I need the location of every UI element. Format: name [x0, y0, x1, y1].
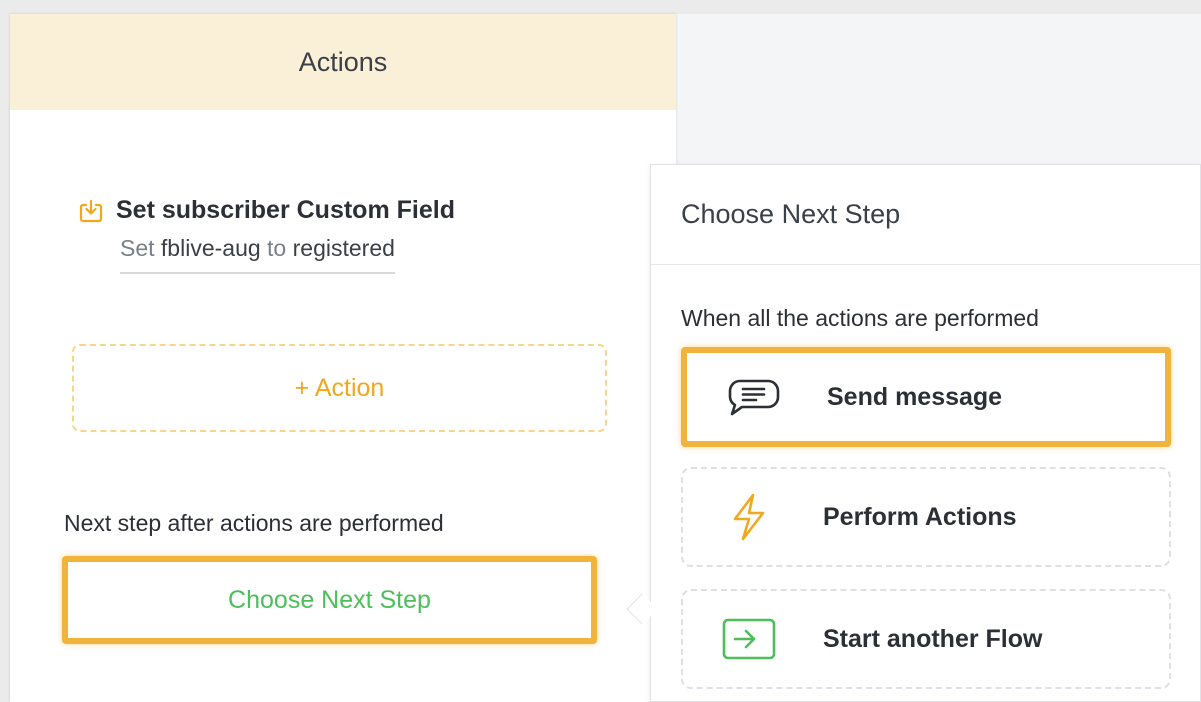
- actions-card-title: Actions: [298, 46, 388, 77]
- next-step-label: Next step after actions are performed: [64, 510, 444, 536]
- send-message-label: Send message: [827, 382, 1003, 411]
- panel-subtitle: When all the actions are performed: [681, 305, 1039, 331]
- canvas: Actions Set subscriber Custom Field Set …: [0, 0, 1201, 702]
- enter-flow-icon: [719, 617, 779, 661]
- panel-title-text: Choose Next Step: [681, 199, 901, 229]
- panel-title: Choose Next Step: [651, 165, 1200, 265]
- start-another-flow-option[interactable]: Start another Flow: [681, 589, 1171, 689]
- chat-bubble-icon: [723, 375, 783, 419]
- add-action-button[interactable]: + Action: [72, 344, 607, 432]
- start-another-flow-label: Start another Flow: [823, 624, 1043, 653]
- custom-field-action-title-row: Set subscriber Custom Field: [78, 196, 455, 225]
- download-icon: [78, 198, 104, 224]
- choose-next-step-button[interactable]: Choose Next Step: [62, 556, 597, 644]
- send-message-option[interactable]: Send message: [681, 347, 1171, 447]
- custom-field-action[interactable]: Set subscriber Custom Field Set fblive-a…: [78, 196, 455, 274]
- detail-mid: to: [267, 235, 287, 261]
- actions-card-header: Actions: [10, 14, 676, 110]
- choose-next-step-label: Choose Next Step: [228, 585, 431, 614]
- detail-prefix: Set: [120, 235, 155, 261]
- add-action-label: + Action: [294, 373, 385, 402]
- choose-next-step-panel: Choose Next Step When all the actions ar…: [650, 164, 1201, 702]
- field-value: registered: [292, 235, 395, 261]
- field-name: fblive-aug: [160, 235, 261, 261]
- lightning-icon: [719, 493, 779, 541]
- custom-field-action-title: Set subscriber Custom Field: [116, 196, 455, 224]
- perform-actions-label: Perform Actions: [823, 502, 1017, 531]
- perform-actions-option[interactable]: Perform Actions: [681, 467, 1171, 567]
- custom-field-action-detail: Set fblive-aug to registered: [120, 235, 395, 274]
